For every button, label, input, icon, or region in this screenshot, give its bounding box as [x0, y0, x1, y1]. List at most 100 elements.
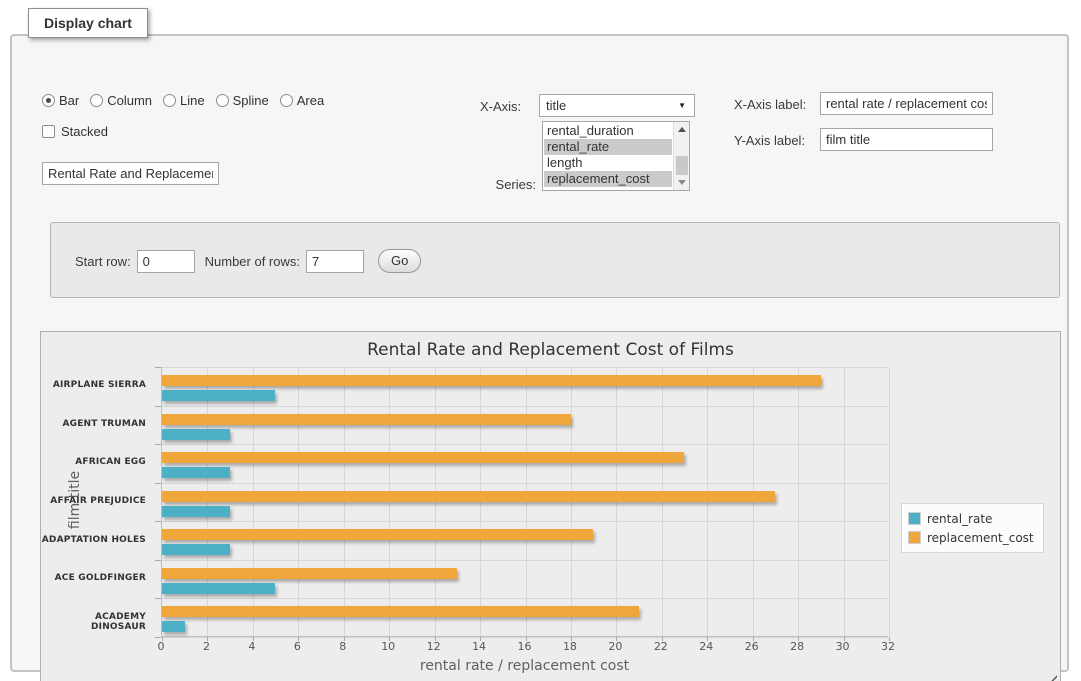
y-axis-label-input[interactable] [820, 128, 993, 151]
series-option-rental-duration[interactable]: rental_duration [544, 123, 672, 139]
rental_rate-bar [162, 429, 230, 440]
category-axis-labels: AIRPLANE SIERRA AGENT TRUMAN AFRICAN EGG AF… [41, 367, 154, 637]
rental-rate-swatch-icon [908, 512, 921, 525]
value-axis-tick-label: 4 [248, 640, 255, 653]
radio-label: Column [107, 93, 152, 108]
scroll-up-icon[interactable] [674, 122, 690, 137]
rental_rate-bar [162, 544, 230, 555]
resize-grip-icon[interactable] [1046, 672, 1057, 681]
value-axis-tick-label: 24 [699, 640, 713, 653]
replacement_cost-bar [162, 491, 775, 502]
radio-label: Line [180, 93, 205, 108]
stacked-label: Stacked [61, 124, 108, 139]
rental_rate-bar [162, 467, 230, 478]
value-axis-tick-label: 16 [518, 640, 532, 653]
chart-builder-page: Display chart Bar Column Line Spline [0, 0, 1081, 681]
category-label: ADAPTATION HOLES [41, 535, 154, 545]
gridline-horizontal [162, 444, 888, 445]
value-axis-tick-label: 14 [472, 640, 486, 653]
gridline-vertical [889, 367, 890, 636]
chart-type-radio-column[interactable]: Column [90, 93, 152, 108]
legend-item-rental-rate[interactable]: rental_rate [908, 509, 1034, 528]
chart-type-radio-area[interactable]: Area [280, 93, 324, 108]
x-axis-label-input[interactable] [820, 92, 993, 115]
gridline-horizontal [162, 521, 888, 522]
category-axis-tick [155, 406, 161, 407]
stacked-checkbox[interactable] [42, 125, 55, 138]
go-button[interactable]: Go [378, 249, 421, 273]
category-label: AFFAIR PREJUDICE [41, 496, 154, 506]
plot-area [161, 367, 888, 637]
gridline-horizontal [162, 406, 888, 407]
chart-type-radio-bar[interactable]: Bar [42, 93, 79, 108]
category-label: AIRPLANE SIERRA [41, 380, 154, 390]
series-options: rental_duration rental_rate length repla… [544, 123, 672, 187]
x-axis-title: rental rate / replacement cost [161, 658, 888, 674]
category-axis-tick [155, 367, 161, 368]
x-axis-select-value: title [546, 98, 566, 113]
radio-label: Bar [59, 93, 79, 108]
rental_rate-bar [162, 621, 185, 632]
series-listbox[interactable]: rental_duration rental_rate length repla… [542, 121, 690, 191]
replacement_cost-bar [162, 452, 684, 463]
rental_rate-bar [162, 390, 275, 401]
replacement_cost-bar [162, 375, 821, 386]
value-axis-labels: 02468101214161820222426283032 [161, 640, 888, 654]
start-row-input[interactable] [137, 250, 195, 273]
value-axis-tick-label: 22 [654, 640, 668, 653]
start-row-label: Start row: [75, 254, 131, 269]
num-rows-input[interactable] [306, 250, 364, 273]
category-label: AGENT TRUMAN [41, 419, 154, 429]
scroll-down-icon[interactable] [674, 175, 690, 190]
chart-legend: rental_rate replacement_cost [901, 503, 1044, 553]
gridline-horizontal [162, 483, 888, 484]
replacement_cost-bar [162, 606, 639, 617]
gridline-vertical [798, 367, 799, 636]
replacement_cost-bar [162, 414, 571, 425]
stacked-checkbox-row[interactable]: Stacked [42, 124, 108, 139]
radio-icon[interactable] [42, 94, 55, 107]
listbox-scrollbar[interactable] [673, 122, 689, 190]
gridline-horizontal [162, 367, 888, 368]
chevron-down-icon: ▼ [678, 101, 686, 110]
value-axis-tick-label: 8 [339, 640, 346, 653]
series-option-rental-rate[interactable]: rental_rate [544, 139, 672, 155]
category-label: AFRICAN EGG [41, 457, 154, 467]
radio-label: Area [297, 93, 324, 108]
radio-icon[interactable] [280, 94, 293, 107]
rental_rate-bar [162, 583, 275, 594]
value-axis-tick-label: 28 [790, 640, 804, 653]
chart-type-radio-spline[interactable]: Spline [216, 93, 269, 108]
category-axis-tick [155, 598, 161, 599]
radio-icon[interactable] [90, 94, 103, 107]
value-axis-tick-label: 0 [158, 640, 165, 653]
radio-label: Spline [233, 93, 269, 108]
series-option-length[interactable]: length [544, 155, 672, 171]
row-range-panel: Start row: Number of rows: Go [50, 222, 1060, 298]
category-axis-tick [155, 560, 161, 561]
category-axis-tick [155, 483, 161, 484]
replacement_cost-bar [162, 568, 457, 579]
chart-container: Rental Rate and Replacement Cost of Film… [40, 331, 1061, 681]
replacement-cost-swatch-icon [908, 531, 921, 544]
category-label: ACADEMY DINOSAUR [41, 612, 154, 632]
value-axis-tick-label: 2 [203, 640, 210, 653]
radio-icon[interactable] [163, 94, 176, 107]
gridline-horizontal [162, 598, 888, 599]
num-rows-label: Number of rows: [205, 254, 300, 269]
display-chart-panel: Bar Column Line Spline Area Stacked [10, 34, 1069, 672]
radio-icon[interactable] [216, 94, 229, 107]
x-axis-select[interactable]: title ▼ [539, 94, 695, 117]
chart-title-input[interactable] [42, 162, 219, 185]
category-axis-tick [155, 444, 161, 445]
replacement_cost-bar [162, 529, 593, 540]
chart-type-radio-line[interactable]: Line [163, 93, 205, 108]
value-axis-tick-label: 6 [294, 640, 301, 653]
legend-item-replacement-cost[interactable]: replacement_cost [908, 528, 1034, 547]
chart-title: Rental Rate and Replacement Cost of Film… [41, 340, 1060, 360]
value-axis-tick-label: 32 [881, 640, 895, 653]
value-axis-tick-label: 26 [745, 640, 759, 653]
series-listbox-label: Series: [474, 177, 536, 192]
chart-type-radio-group: Bar Column Line Spline Area [42, 93, 331, 108]
series-option-replacement-cost[interactable]: replacement_cost [544, 171, 672, 187]
